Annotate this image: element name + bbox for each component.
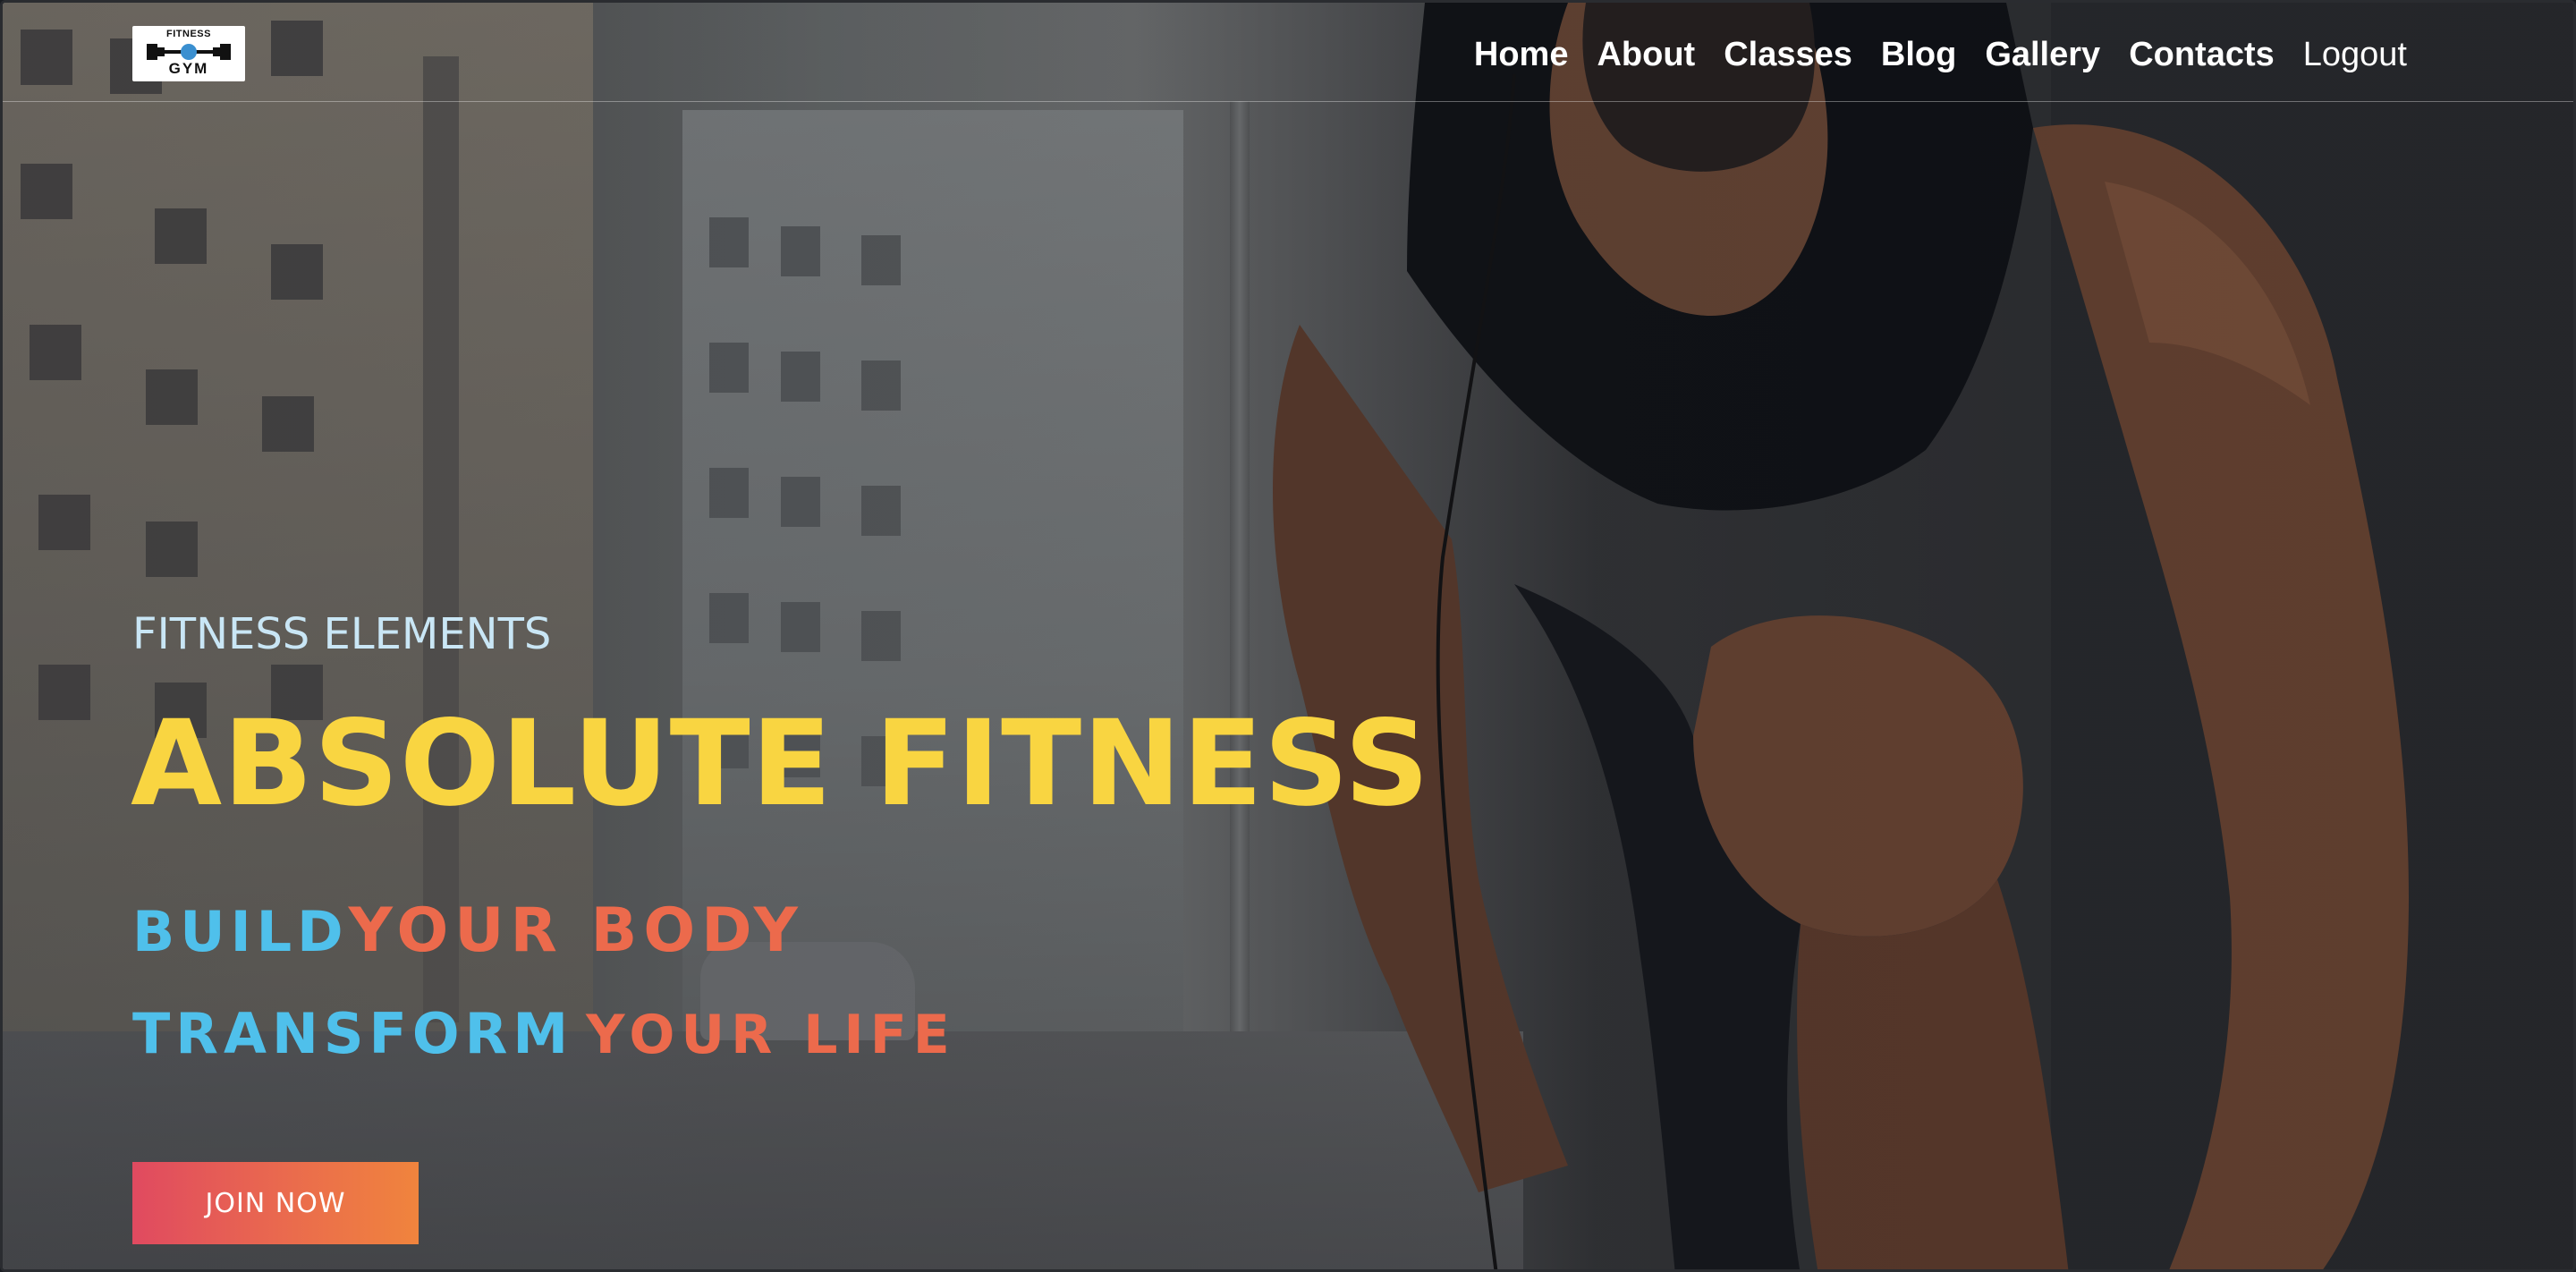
tagline-transform-word: TRANSFORM (132, 1001, 574, 1066)
tagline-your-life: YOUR LIFE (586, 1004, 956, 1066)
nav-home-link[interactable]: Home (1474, 33, 1569, 76)
hero-title: ABSOLUTE FITNESS (131, 695, 1430, 833)
hero-eyebrow: FITNESS ELEMENTS (132, 609, 552, 659)
nav-contacts-link[interactable]: Contacts (2129, 33, 2275, 76)
tagline-your-body: YOUR BODY (348, 895, 804, 966)
main-navigation: Home About Classes Blog Gallery Contacts… (1445, 33, 2407, 76)
nav-about-link[interactable]: About (1597, 33, 1695, 76)
nav-logout-link[interactable]: Logout (2303, 33, 2407, 76)
nav-gallery-link[interactable]: Gallery (1985, 33, 2100, 76)
join-now-button[interactable]: JOIN NOW (132, 1162, 419, 1244)
hero-tagline-build: BUILDYOUR BODY (132, 895, 804, 966)
nav-classes-link[interactable]: Classes (1724, 33, 1852, 76)
tagline-build-word: BUILD (132, 899, 349, 964)
landing-page: FITNESS GYM Home About Classes Blog Gall… (0, 0, 2576, 1272)
gym-logo[interactable]: FITNESS GYM (132, 26, 245, 81)
logo-bottom-text: GYM (168, 60, 209, 77)
hero-tagline-transform: TRANSFORM YOUR LIFE (132, 1001, 956, 1066)
nav-blog-link[interactable]: Blog (1881, 33, 1956, 76)
site-header: FITNESS GYM Home About Classes Blog Gall… (3, 3, 2573, 102)
